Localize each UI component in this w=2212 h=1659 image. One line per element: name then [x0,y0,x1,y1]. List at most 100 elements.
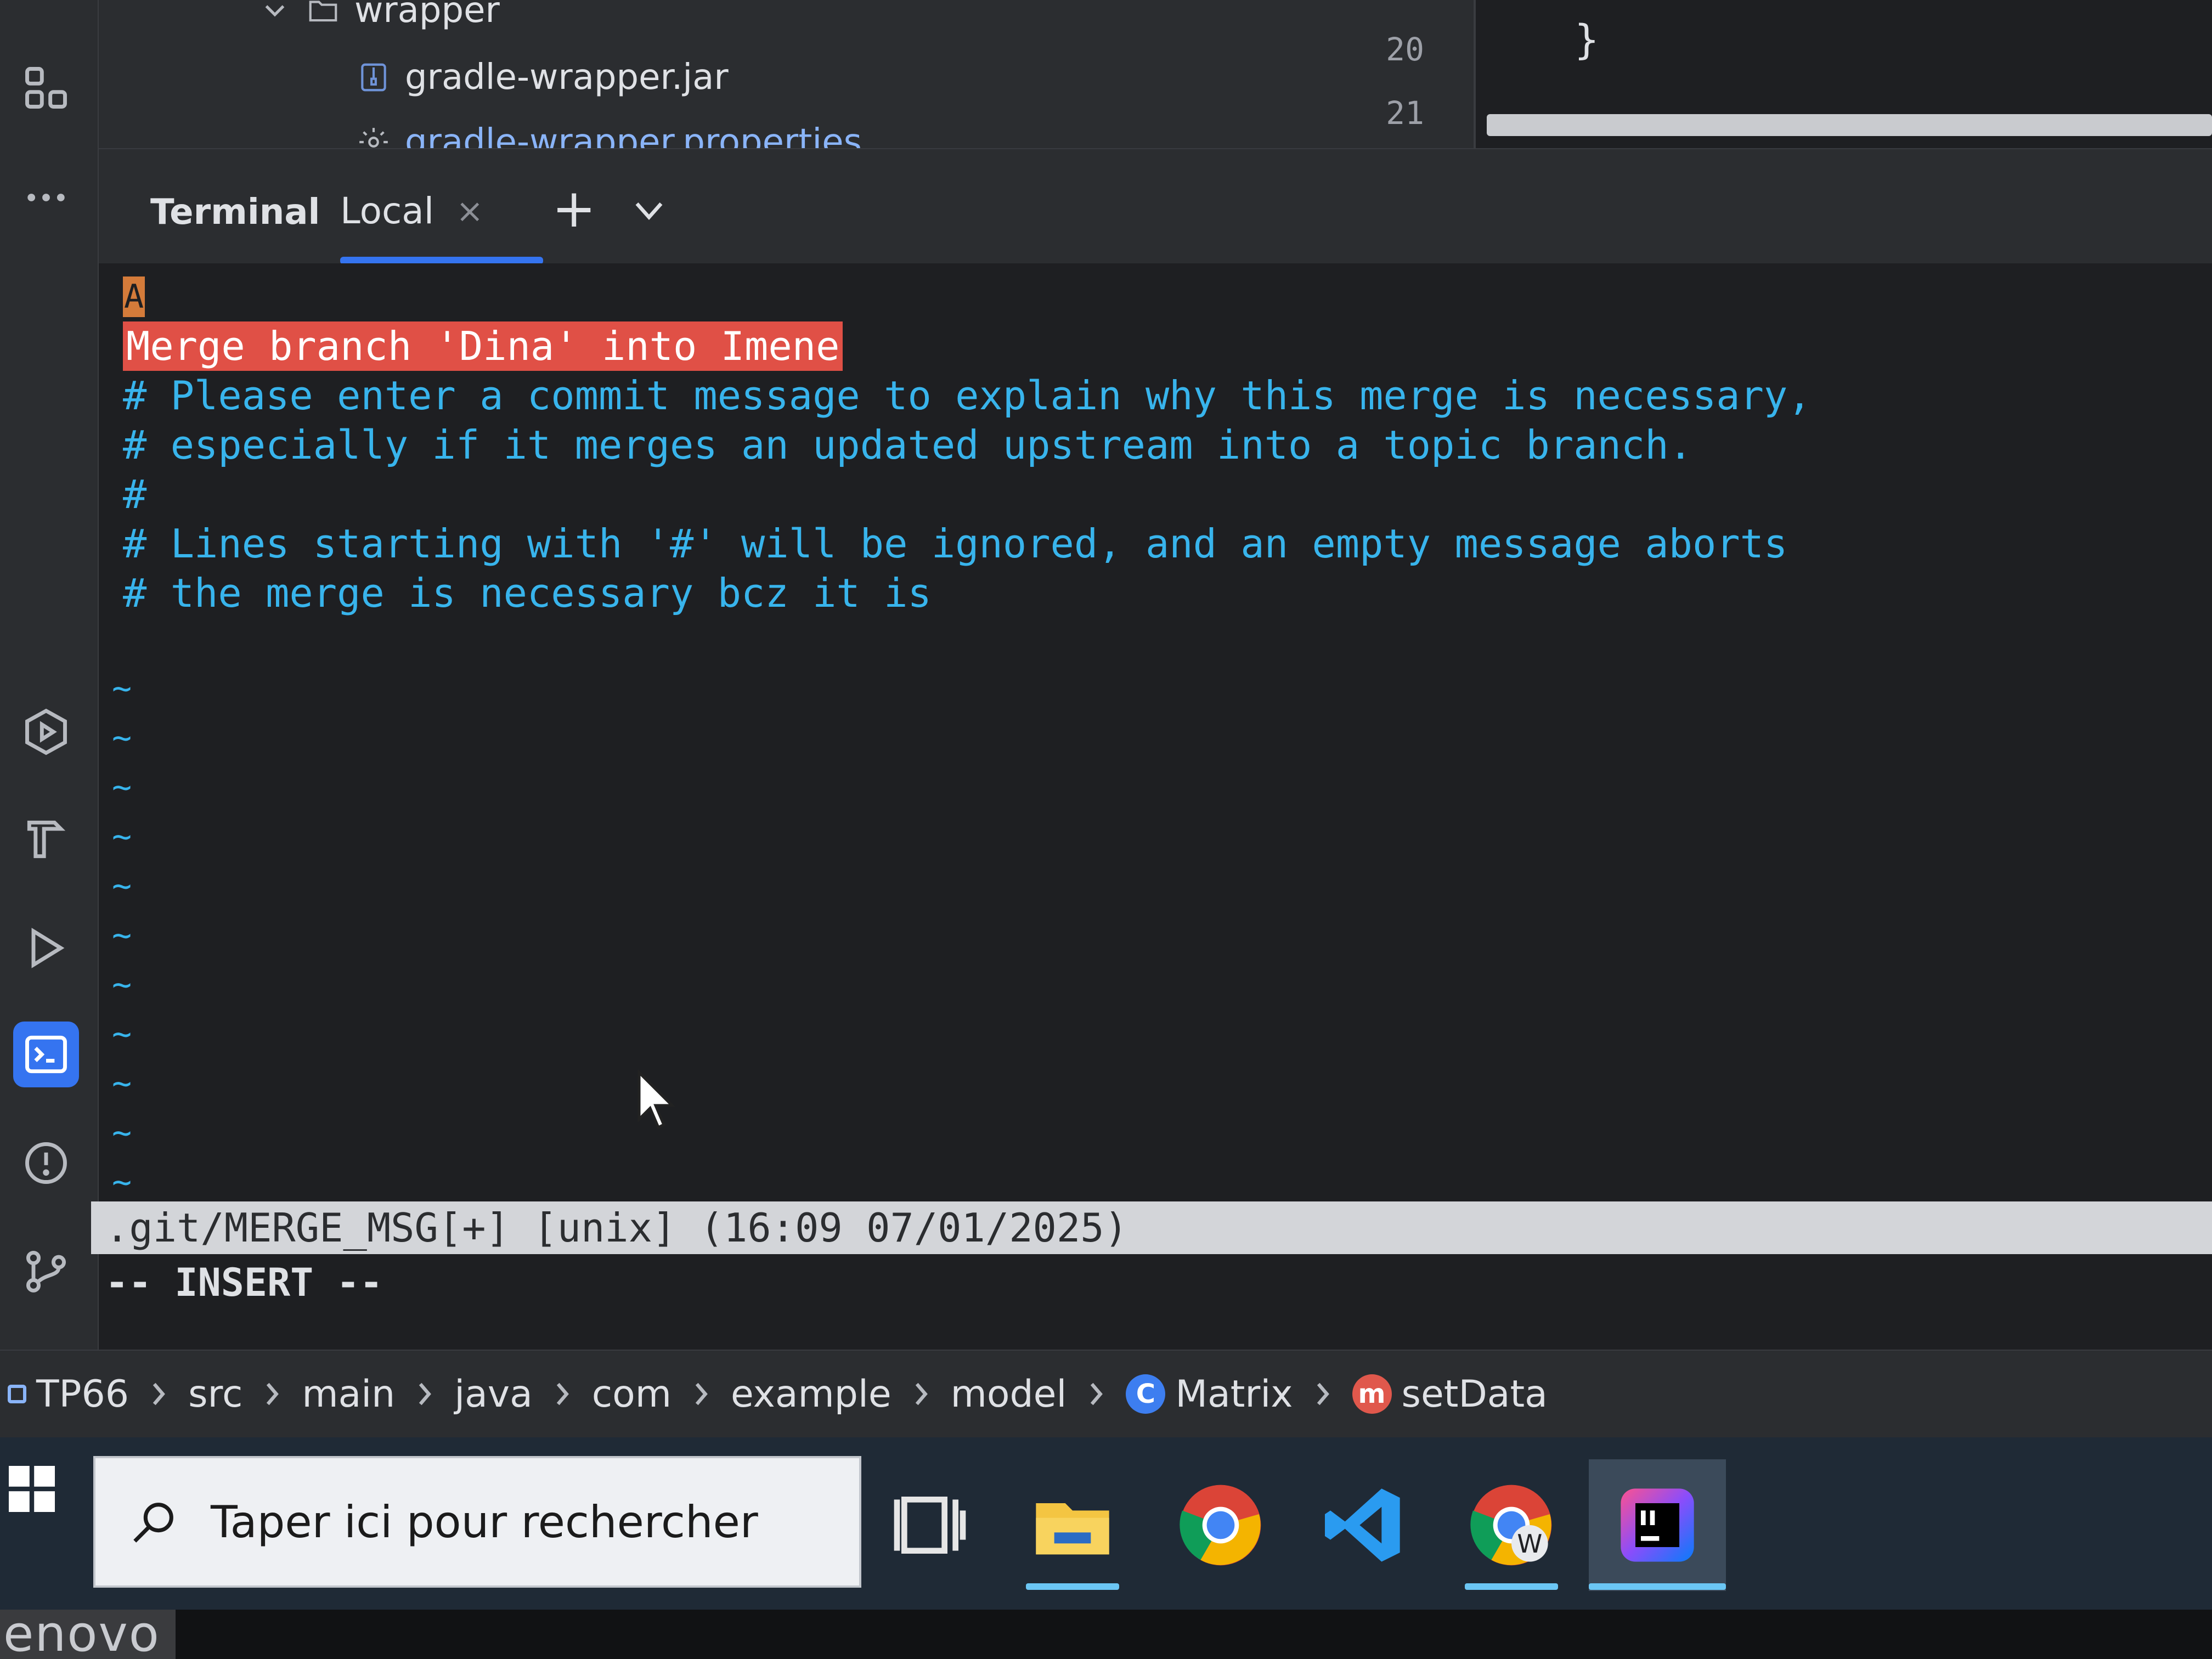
breadcrumb-java[interactable]: java [454,1373,532,1416]
empty-line-marker: ~ [112,817,132,856]
editor-area: 20 21 } [1256,0,2212,148]
terminal-output[interactable]: A Merge branch 'Dina' into Imene # Pleas… [91,263,2212,1350]
close-tab-button[interactable]: × [456,192,483,230]
brand-logo: enovo [0,1610,176,1659]
empty-line-marker: ~ [112,768,132,806]
tree-folder-wrapper[interactable]: wrapper [258,0,500,31]
git-branch-icon[interactable] [13,1238,79,1304]
project-tree: wrapper gradle-wrapper.jar gradle-wrappe… [99,0,1251,162]
chrome-profile-icon: W [1470,1485,1552,1566]
module-icon [8,1385,26,1403]
new-tab-button[interactable]: + [552,182,596,235]
services-icon[interactable] [13,699,79,765]
vscode-icon [1325,1488,1400,1562]
chevron-down-icon [635,202,663,220]
line-number: 20 [1386,31,1424,68]
chevron-right-icon [1313,1380,1333,1408]
breadcrumb-label: example [730,1372,891,1416]
vscode-button[interactable] [1295,1459,1432,1591]
empty-line-marker: ~ [112,916,132,955]
chrome-profile-button[interactable]: W [1443,1459,1580,1591]
task-view-icon [894,1497,966,1554]
taskbar-search-box[interactable]: Taper ici pour rechercher [93,1456,861,1588]
chevron-down-icon [265,5,285,17]
text-cursor: A [123,276,145,317]
chrome-button[interactable] [1152,1459,1289,1591]
tab-dropdown-button[interactable] [631,198,667,227]
search-icon [133,1503,173,1543]
comment-line: # [123,471,147,517]
run-icon[interactable] [13,915,79,981]
structure-icon[interactable] [13,55,79,121]
breadcrumb-label: src [188,1372,243,1416]
tree-file-jar[interactable]: gradle-wrapper.jar [357,57,729,98]
breadcrumb-class-matrix[interactable]: C Matrix [1126,1373,1293,1416]
breadcrumb: TP66 src main java com example model C M… [0,1350,2212,1437]
breadcrumb-main[interactable]: main [302,1373,395,1416]
empty-line-marker: ~ [112,1163,132,1201]
empty-line-marker: ~ [112,1015,132,1053]
code-line[interactable]: } [1575,16,1599,64]
more-tools-icon[interactable] [13,165,79,230]
horizontal-scrollbar[interactable] [1487,114,2212,136]
empty-line-marker: ~ [112,669,132,708]
chevron-right-icon [262,1380,282,1408]
svg-text:W: W [1517,1530,1542,1559]
screen: wrapper gradle-wrapper.jar gradle-wrappe… [0,0,2212,1659]
breadcrumb-model[interactable]: model [951,1373,1067,1416]
laptop-bezel: enovo [0,1610,2212,1659]
terminal-tab-bar: Terminal Local × + [99,148,2212,264]
comment-line: # especially if it merges an updated ups… [123,422,1692,468]
task-view-button[interactable] [861,1459,998,1591]
comment-line: # Please enter a commit message to expla… [123,373,1812,419]
empty-line-marker: ~ [112,1064,132,1103]
breadcrumb-label: TP66 [36,1372,129,1416]
archive-icon [361,63,386,92]
file-name: gradle-wrapper.jar [405,57,729,98]
terminal-title: Terminal [150,192,320,233]
breadcrumb-com[interactable]: com [592,1373,672,1416]
build-hammer-icon[interactable] [13,806,79,872]
class-icon: C [1126,1374,1166,1414]
empty-line-marker: ~ [112,867,132,905]
comment-line: # the merge is necessary bcz it is [123,570,932,616]
line-gutter: 20 21 [1256,0,1476,148]
chevron-right-icon [691,1380,711,1408]
vim-status-line: .git/MERGE_MSG[+] [unix] (16:09 07/01/20… [91,1201,2212,1254]
tool-window-strip [0,0,99,1350]
breadcrumb-label: Matrix [1175,1372,1293,1416]
windows-start-button[interactable] [9,1466,55,1514]
breadcrumb-label: model [950,1372,1067,1416]
breadcrumb-label: main [302,1372,396,1416]
line-number: 21 [1386,94,1424,132]
empty-line-marker: ~ [112,966,132,1004]
intellij-button[interactable] [1589,1459,1726,1591]
chevron-right-icon [552,1380,572,1408]
file-explorer-icon [1036,1503,1109,1555]
breadcrumb-src[interactable]: src [188,1373,242,1416]
intellij-idea-icon [1621,1488,1694,1562]
breadcrumb-label: java [454,1372,533,1416]
chevron-right-icon [415,1380,435,1408]
vim-mode-indicator: -- INSERT -- [105,1260,383,1305]
breadcrumb-method-setdata[interactable]: m setData [1352,1373,1548,1416]
windows-taskbar: Taper ici pour rechercher W [0,1437,2212,1610]
tab-local[interactable]: Local × [340,190,483,232]
windows-logo-icon [9,1466,55,1512]
comment-line: # Lines starting with '#' will be ignore… [123,521,1788,567]
folder-name: wrapper [354,0,500,31]
mouse-pointer-icon [636,1069,676,1132]
merge-message-line: Merge branch 'Dina' into Imene [123,321,843,371]
problems-icon[interactable] [13,1130,79,1196]
chevron-right-icon [911,1380,931,1408]
breadcrumb-example[interactable]: example [731,1373,891,1416]
empty-line-marker: ~ [112,1114,132,1152]
search-placeholder: Taper ici pour rechercher [211,1496,758,1548]
chrome-icon [1180,1485,1261,1566]
tab-label: Local [340,190,435,232]
terminal-icon[interactable] [13,1022,79,1087]
file-explorer-button[interactable] [1004,1459,1141,1591]
method-icon: m [1352,1374,1392,1414]
breadcrumb-project[interactable]: TP66 [8,1373,129,1416]
chevron-right-icon [1086,1380,1106,1408]
